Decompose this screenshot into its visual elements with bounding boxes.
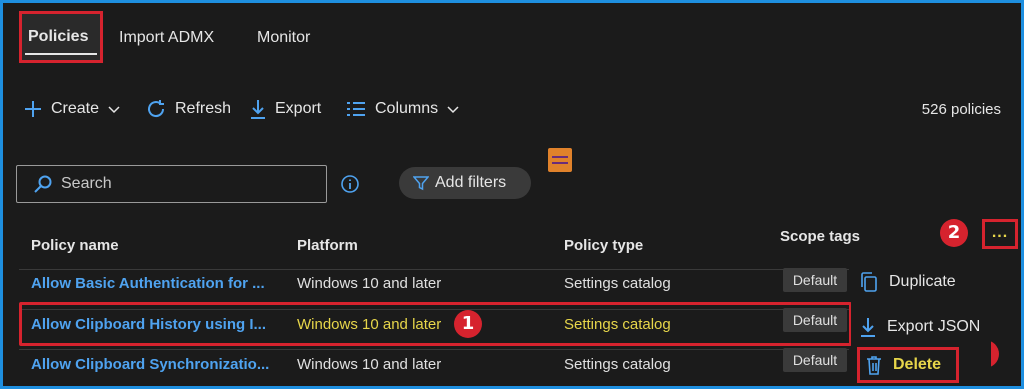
- columns-icon: [347, 102, 365, 116]
- more-actions-button[interactable]: ...: [982, 219, 1018, 249]
- column-header-policy-name[interactable]: Policy name: [31, 237, 119, 254]
- columns-label: Columns: [375, 100, 439, 117]
- policy-name-link[interactable]: Allow Clipboard Synchronizatio...: [31, 356, 271, 373]
- row-divider: [19, 349, 849, 350]
- tab-policies[interactable]: Policies: [19, 11, 103, 63]
- scope-tag-badge: Default: [783, 268, 847, 292]
- policy-count: 526 policies: [921, 101, 1001, 118]
- chevron-down-icon: [447, 106, 459, 114]
- platform-cell: Windows 10 and later: [297, 356, 442, 373]
- duplicate-label: Duplicate: [889, 273, 956, 290]
- search-icon: [34, 175, 52, 193]
- refresh-icon: [148, 100, 165, 118]
- refresh-button[interactable]: Refresh: [145, 95, 231, 123]
- search-placeholder: Search: [61, 175, 112, 192]
- download-icon: [861, 318, 875, 337]
- row-divider: [19, 269, 849, 270]
- step-marker-1: 1: [454, 310, 482, 338]
- policy-type-cell: Settings catalog: [564, 356, 671, 373]
- delete-label: Delete: [893, 356, 942, 373]
- info-icon[interactable]: [340, 174, 360, 194]
- tab-import-admx[interactable]: Import ADMX: [113, 23, 220, 53]
- column-header-scope-tags[interactable]: Scope tags: [780, 228, 860, 245]
- plus-icon: [25, 101, 41, 117]
- policy-type-cell: Settings catalog: [564, 275, 671, 292]
- add-filters-label: Add filters: [435, 174, 507, 191]
- refresh-label: Refresh: [175, 100, 232, 117]
- intune-policies-pane: Policies Import ADMX Monitor Create Refr…: [3, 3, 1021, 386]
- platform-cell: Windows 10 and later: [297, 316, 442, 333]
- scope-tag-badge: Default: [783, 308, 847, 332]
- menu-item-duplicate[interactable]: Duplicate: [859, 271, 956, 293]
- step-marker-2: 2: [940, 219, 968, 247]
- column-header-platform[interactable]: Platform: [297, 237, 358, 254]
- chevron-down-icon: [108, 106, 120, 114]
- policy-name-link[interactable]: Allow Basic Authentication for ...: [31, 275, 271, 292]
- column-header-policy-type[interactable]: Policy type: [564, 237, 643, 254]
- policy-type-cell: Settings catalog: [564, 316, 671, 333]
- row-context-menu: Duplicate Export JSON Delete: [851, 261, 991, 386]
- menu-item-export-json[interactable]: Export JSON: [859, 316, 980, 338]
- add-filters-button[interactable]: Add filters: [399, 167, 531, 199]
- watermark-logo: [548, 148, 572, 172]
- download-icon: [251, 100, 265, 119]
- export-label: Export: [275, 100, 322, 117]
- filter-icon: [413, 176, 429, 191]
- create-label: Create: [51, 100, 100, 117]
- export-json-label: Export JSON: [887, 318, 981, 335]
- export-button[interactable]: Export: [249, 95, 321, 123]
- search-input[interactable]: Search: [16, 165, 327, 203]
- menu-item-delete[interactable]: Delete: [857, 347, 959, 383]
- columns-button[interactable]: Columns: [345, 95, 460, 123]
- command-bar: Create Refresh Export Columns 526 polici…: [3, 91, 1021, 127]
- tab-monitor[interactable]: Monitor: [251, 23, 316, 53]
- policy-name-link[interactable]: Allow Clipboard History using I...: [31, 316, 271, 333]
- scope-tag-badge: Default: [783, 348, 847, 372]
- platform-cell: Windows 10 and later: [297, 275, 442, 292]
- copy-icon: [861, 272, 877, 292]
- trash-icon: [867, 356, 881, 375]
- tab-bar: Policies Import ADMX Monitor: [3, 3, 1021, 73]
- create-button[interactable]: Create: [23, 95, 121, 123]
